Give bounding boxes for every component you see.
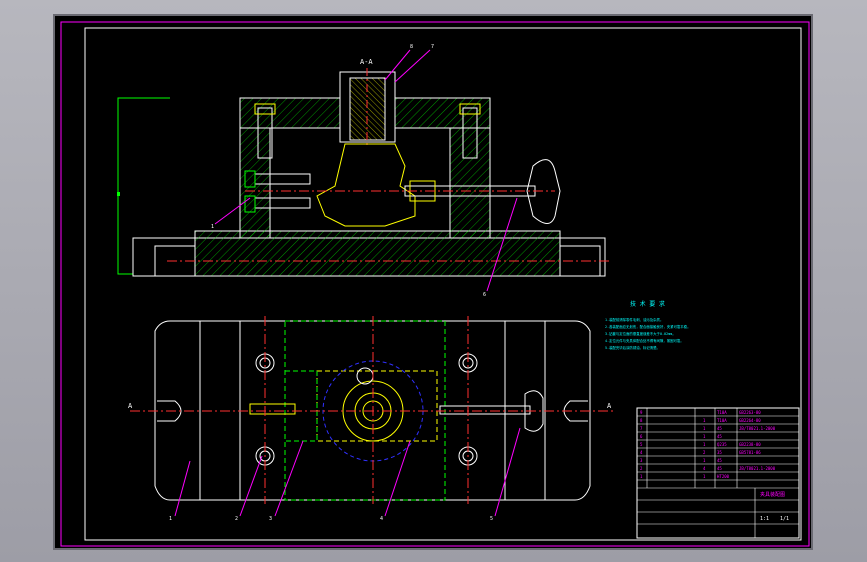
tb-cell: JB/T8021.1-2000 [739, 466, 776, 471]
section-arrow-right: A [607, 402, 612, 410]
tb-cell: GB5781-86 [739, 450, 761, 455]
tb-cell: 4 [703, 466, 706, 471]
tb-cell: 35 [717, 450, 722, 455]
section-label: A-A [360, 58, 373, 66]
tb-cell: 1 [703, 418, 706, 423]
title-block: 9 T10A GB2263-80 8 1 T10A GB2264-80 7 1 … [636, 407, 800, 539]
balloon-4: 4 [380, 516, 383, 522]
tech-title: 技 术 要 求 [630, 300, 665, 308]
cad-drawing: A-A 8 7 1 6 A A 1 2 3 4 5 技 术 要 求 1.装配前清… [60, 21, 810, 547]
cad-window: A-A 8 7 1 6 A A 1 2 3 4 5 技 术 要 求 1.装配前清… [0, 0, 867, 562]
tb-cell: 45 [717, 466, 722, 471]
drawing-viewport[interactable]: A-A 8 7 1 6 A A 1 2 3 4 5 技 术 要 求 1.装配前清… [53, 14, 813, 550]
tech-note: 1.装配前清除零件毛刺、油污及杂质。 [605, 317, 663, 322]
tb-cell: 2 [703, 450, 706, 455]
balloon-5: 5 [490, 516, 493, 522]
tech-note: 2.各装配面应无划伤，配合面接触良好，夹紧可靠平稳。 [605, 324, 690, 329]
balloon-7: 7 [431, 44, 434, 50]
section-view: A-A 8 7 1 6 [117, 44, 610, 298]
star-knob [526, 159, 561, 224]
tb-cell: 1 [703, 434, 706, 439]
tb-cell: T10A [717, 410, 727, 415]
tech-note: 3.钻套与定位面的垂直度误差不大于0.02mm。 [605, 331, 676, 336]
balloon-6: 6 [483, 292, 486, 298]
tb-cell: JB/T8021.1-2000 [739, 426, 776, 431]
drawing-name: 夹具装配图 [760, 491, 785, 498]
technical-requirements: 技 术 要 求 1.装配前清除零件毛刺、油污及杂质。 2.各装配面应无划伤，配合… [605, 300, 690, 350]
tb-cell: 3 [640, 458, 643, 463]
tb-cell: 1 [703, 458, 706, 463]
balloon-2: 2 [235, 516, 238, 522]
tb-cell: GB2264-80 [739, 418, 761, 423]
tb-cell: 45 [717, 434, 722, 439]
section-arrow-left: A [128, 402, 133, 410]
balloon-8: 8 [410, 44, 413, 50]
tb-cell: T10A [717, 418, 727, 423]
tb-cell: 5 [640, 442, 643, 447]
plan-view: A A 1 2 3 4 5 [128, 316, 615, 522]
drawing-sheet: 1/1 [780, 516, 789, 522]
balloon-3: 3 [269, 516, 272, 522]
tb-cell: 4 [640, 450, 643, 455]
tb-cell: 45 [717, 426, 722, 431]
tb-cell: 45 [717, 458, 722, 463]
tb-cell: GB2238-80 [739, 442, 761, 447]
tb-cell: 1 [640, 474, 643, 479]
tb-cell: GB2263-80 [739, 410, 761, 415]
tb-cell: 6 [640, 434, 643, 439]
tb-cell: Q235 [717, 442, 727, 447]
tb-cell: 1 [703, 426, 706, 431]
tb-cell: 8 [640, 418, 643, 423]
dimension-line [117, 97, 170, 275]
drawing-scale: 1:1 [760, 516, 769, 522]
tb-cell: 9 [640, 410, 643, 415]
balloon-1: 1 [211, 224, 214, 230]
tb-cell: HT200 [717, 474, 730, 479]
tb-cell: 1 [703, 474, 706, 479]
tech-note: 5.装配完毕后涂防锈油，标记清楚。 [605, 345, 660, 350]
tb-cell: 2 [640, 466, 643, 471]
workpiece [316, 143, 416, 227]
tech-note: 4.定位元件与夹具体配合处不得有间隙，紧固可靠。 [605, 338, 684, 343]
tb-cell: 7 [640, 426, 643, 431]
balloon-1-plan: 1 [169, 516, 172, 522]
tb-cell: 1 [703, 442, 706, 447]
